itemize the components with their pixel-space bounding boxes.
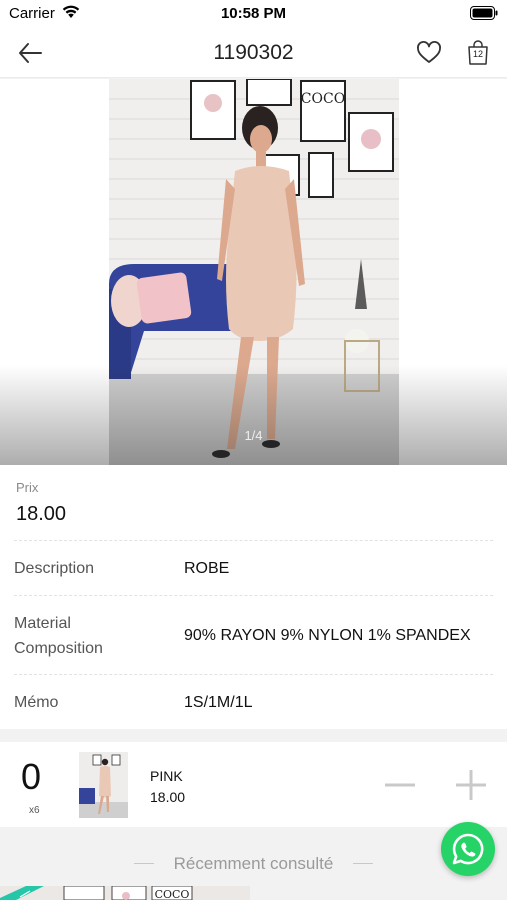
quantity-value: 0 [21, 756, 42, 797]
product-gallery[interactable]: COCO 1/4 [0, 79, 507, 465]
whatsapp-icon [452, 833, 484, 865]
material-value: 90% RAYON 9% NYLON 1% SPANDEX [184, 627, 471, 644]
material-label: Material Composition [14, 615, 103, 657]
cart-count-badge: 12 [472, 49, 483, 59]
variant-thumbnail[interactable] [79, 752, 128, 818]
plus-icon [456, 770, 486, 800]
divider [14, 595, 493, 596]
gallery-shade [0, 365, 507, 465]
price-section: Prix 18.00 [0, 465, 507, 541]
description-value: ROBE [184, 560, 230, 577]
clock: 10:58 PM [220, 5, 287, 22]
variant-color: PINK [150, 768, 183, 784]
pack-size: x6 [29, 805, 40, 816]
recently-viewed-header: Récemment consulté [0, 848, 507, 878]
heart-icon[interactable] [416, 40, 442, 66]
battery-icon [470, 6, 498, 20]
increase-quantity-button[interactable] [454, 768, 488, 802]
whatsapp-button[interactable] [441, 822, 495, 876]
variant-thumbnail-illustration [79, 752, 128, 818]
description-label: Description [14, 560, 95, 577]
recently-viewed-title: Récemment consulté [173, 854, 334, 873]
recent-sign-text: COCO [155, 888, 190, 900]
navigation-bar: 1190302 12 [0, 28, 507, 78]
image-counter: 1/4 [244, 428, 263, 443]
cart-button[interactable]: 12 [466, 40, 490, 66]
divider [353, 863, 373, 864]
divider [14, 674, 493, 675]
price-value: 18.00 [16, 503, 67, 525]
variant-price: 18.00 [150, 789, 186, 805]
price-label: Prix [16, 480, 39, 495]
variant-row: 0 x6 PINK 18.00 [0, 742, 507, 827]
new-ribbon [0, 886, 44, 900]
product-details: Description ROBE Material Composition 90… [0, 541, 507, 729]
memo-value: 1S/1M/1L [184, 694, 253, 711]
photo-sign-text: COCO [301, 91, 345, 107]
memo-label: Mémo [14, 694, 59, 711]
status-bar: Carrier 10:58 PM [0, 0, 507, 28]
decrease-quantity-button[interactable] [383, 768, 417, 802]
